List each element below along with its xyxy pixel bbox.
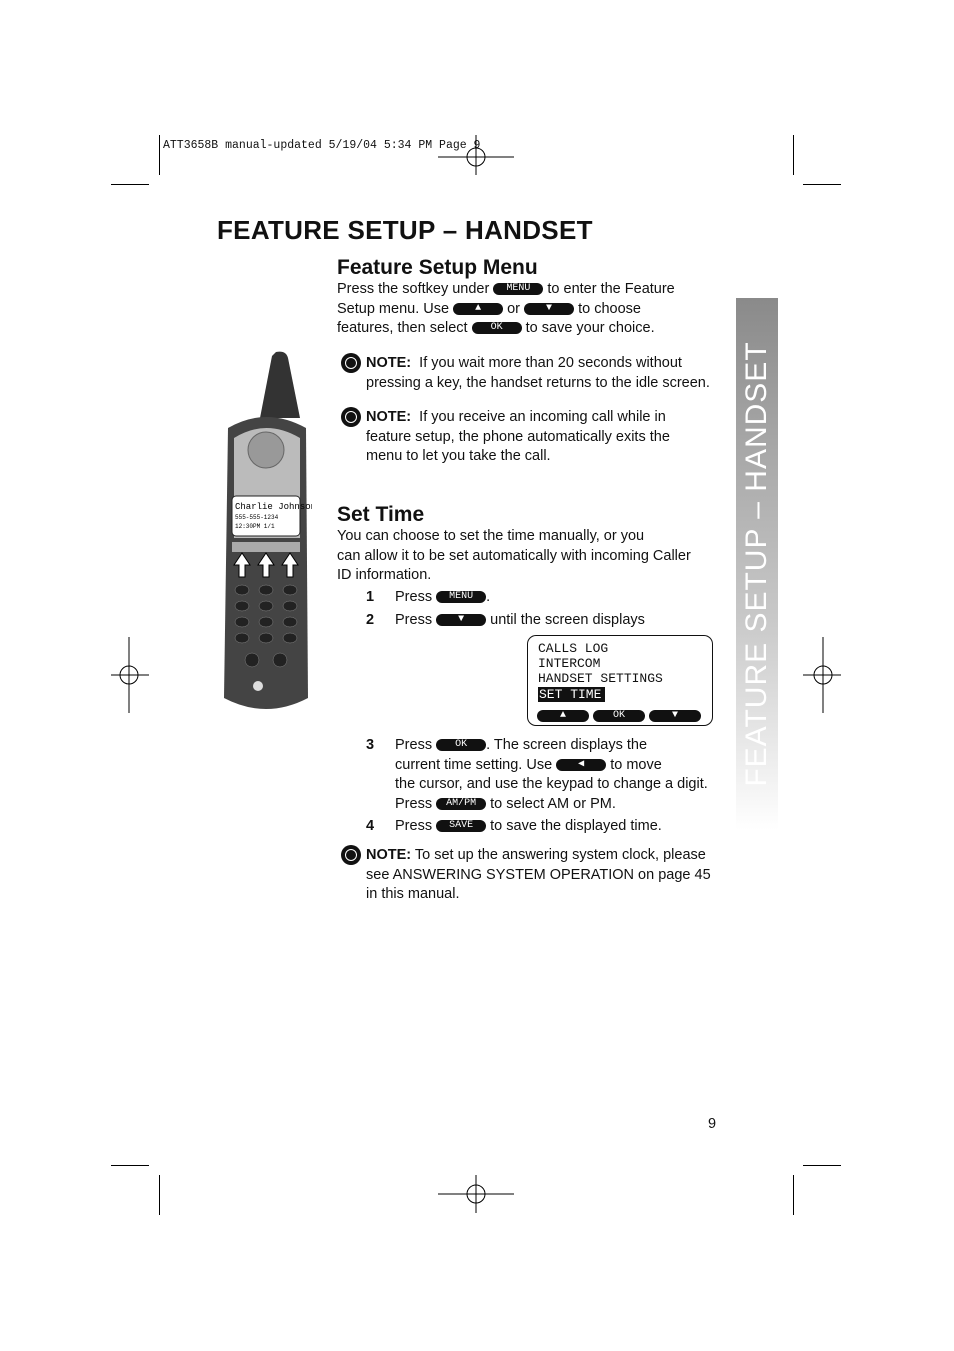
step-number: 4 bbox=[366, 818, 375, 834]
note-2: NOTE: If you receive an incoming call wh… bbox=[366, 408, 726, 467]
handset-illustration: Charlie Johnson 555-555-1234 12:30PM 1/1 bbox=[224, 351, 312, 709]
manual-page: ATT3658B manual-updated 5/19/04 5:34 PM … bbox=[0, 0, 954, 1351]
text: menu to let you take the call. bbox=[366, 448, 551, 464]
text: Press bbox=[395, 589, 433, 605]
step-number: 2 bbox=[366, 612, 375, 628]
lcd-down-softkey: ▼ bbox=[649, 710, 701, 722]
text: features, then select bbox=[337, 320, 468, 336]
text: can allow it to be set automatically wit… bbox=[337, 547, 691, 564]
text: to move bbox=[610, 756, 662, 773]
save-key: SAVE bbox=[436, 820, 487, 833]
step-4: 4 Press SAVE to save the displayed time. bbox=[366, 817, 662, 837]
step-2: 2 Press ▼ until the screen displays bbox=[366, 611, 645, 631]
text: . bbox=[486, 589, 491, 605]
note-label: NOTE: bbox=[366, 847, 412, 863]
ok-key: OK bbox=[436, 739, 487, 752]
text: ID information. bbox=[337, 567, 432, 583]
phone-screen-line: 12:30PM 1/1 bbox=[235, 523, 275, 530]
text: Press bbox=[395, 737, 433, 753]
text: Press bbox=[395, 795, 433, 812]
page-title: FEATURE SETUP – HANDSET bbox=[217, 215, 593, 245]
down-key: ▼ bbox=[524, 302, 575, 315]
lcd-line: INTERCOM bbox=[538, 656, 601, 671]
text: . The screen displays the bbox=[486, 737, 648, 753]
down-key: ▼ bbox=[436, 614, 487, 627]
lcd-selected-line: SET TIME bbox=[538, 687, 606, 702]
ampm-key: AM/PM bbox=[436, 797, 487, 810]
text: pressing a key, the handset returns to t… bbox=[366, 374, 710, 391]
lcd-line: CALLS LOG bbox=[538, 641, 609, 656]
menu-key: MENU bbox=[436, 591, 487, 604]
phone-screen-line: 555-555-1234 bbox=[235, 514, 279, 521]
text: see ANSWERING SYSTEM OPERATION on page 4… bbox=[366, 866, 711, 883]
text: in this manual. bbox=[366, 886, 460, 902]
ok-key: OK bbox=[471, 322, 522, 335]
text: Press bbox=[395, 612, 433, 628]
text: current time setting. Use bbox=[395, 756, 553, 773]
phone-screen-line: Charlie Johnson bbox=[235, 502, 312, 512]
lcd-ok-softkey: OK bbox=[593, 710, 645, 722]
lcd-line: HANDSET SETTINGS bbox=[538, 671, 663, 686]
text: until the screen displays bbox=[490, 612, 645, 628]
text: to choose bbox=[578, 300, 641, 317]
section-heading-set-time: Set Time bbox=[337, 503, 425, 526]
text: If you wait more than 20 seconds without bbox=[419, 355, 682, 371]
step-number: 3 bbox=[366, 737, 375, 753]
section-heading-feature-setup-menu: Feature Setup Menu bbox=[337, 256, 538, 279]
note-icon bbox=[341, 845, 361, 865]
note-3: NOTE: To set up the answering system clo… bbox=[366, 846, 726, 905]
step-number: 1 bbox=[366, 589, 375, 605]
menu-key: MENU bbox=[493, 283, 544, 296]
text: or bbox=[507, 300, 521, 317]
text: to select AM or PM. bbox=[490, 795, 616, 812]
side-tab: FEATURE SETUP – HANDSET bbox=[736, 298, 778, 830]
text: to save the displayed time. bbox=[490, 818, 662, 834]
text: to save your choice. bbox=[525, 320, 655, 336]
step-1: 1 Press MENU. bbox=[366, 588, 490, 608]
text: the cursor, and use the keypad to change… bbox=[395, 776, 708, 792]
text: feature setup, the phone automatically e… bbox=[366, 428, 670, 445]
note-1: NOTE: If you wait more than 20 seconds w… bbox=[366, 354, 726, 393]
note-icon bbox=[341, 407, 361, 427]
registration-marks bbox=[111, 135, 841, 1213]
menu-instructions: Press the softkey under MENU to enter th… bbox=[337, 280, 717, 339]
text: Press the softkey under bbox=[337, 281, 490, 297]
lcd-screen-display: CALLS LOG INTERCOM HANDSET SETTINGS SET … bbox=[527, 635, 713, 726]
step-3: 3 Press OK. The screen displays the curr… bbox=[366, 736, 726, 814]
side-tab-label: FEATURE SETUP – HANDSET bbox=[740, 341, 773, 787]
left-key: ◀ bbox=[556, 758, 607, 771]
text: If you receive an incoming call while in bbox=[419, 409, 666, 425]
note-icon bbox=[341, 353, 361, 373]
up-key: ▲ bbox=[453, 302, 504, 315]
note-label: NOTE: bbox=[366, 409, 412, 425]
text: Press bbox=[395, 818, 433, 834]
text: to enter the Feature bbox=[547, 281, 675, 297]
note-label: NOTE: bbox=[366, 355, 412, 371]
text: You can choose to set the time manually,… bbox=[337, 528, 645, 544]
lcd-up-softkey: ▲ bbox=[537, 710, 589, 722]
set-time-intro: You can choose to set the time manually,… bbox=[337, 527, 727, 586]
text: Setup menu. Use bbox=[337, 300, 450, 317]
text: To set up the answering system clock, pl… bbox=[414, 847, 706, 863]
page-number: 9 bbox=[708, 1116, 717, 1132]
